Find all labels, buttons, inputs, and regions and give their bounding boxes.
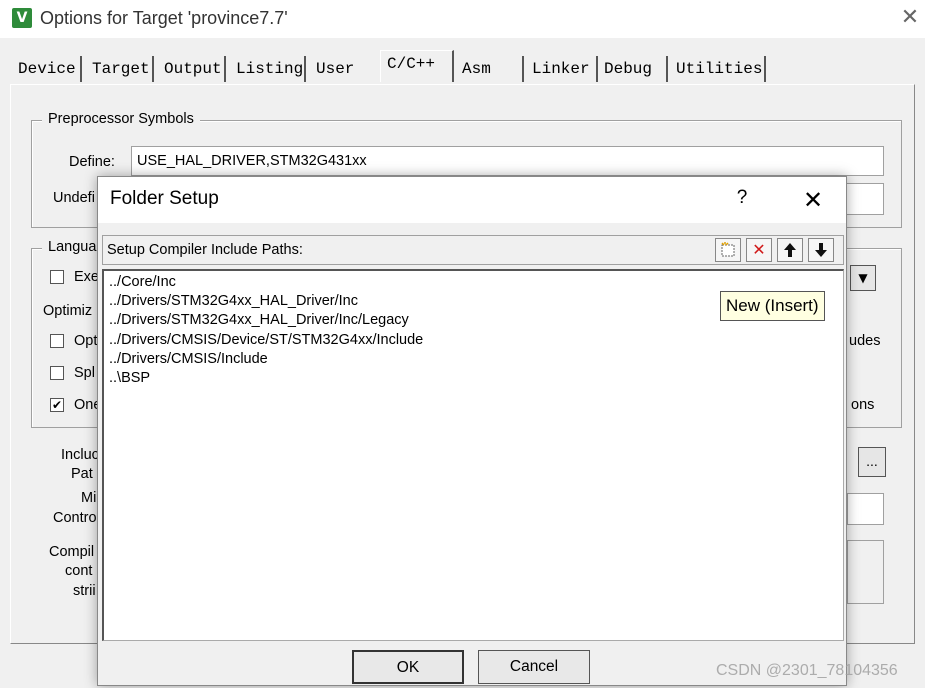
window-title-bar: V Options for Target 'province7.7' ✕ — [0, 0, 925, 38]
misc-controls-label-2: Contro — [53, 510, 97, 526]
define-field[interactable]: USE_HAL_DRIVER,STM32G431xx — [131, 146, 884, 176]
tab-target[interactable]: Target — [86, 56, 154, 82]
list-item[interactable]: ../Drivers/CMSIS/Device/ST/STM32G4xx/Inc… — [109, 331, 423, 350]
tab-strip: Device Target Output Listing User C/C++ … — [12, 50, 912, 84]
compiler-control-label-1: Compil — [49, 544, 95, 560]
include-paths-label-1: Incluc — [61, 447, 99, 463]
tab-cpp[interactable]: C/C++ — [380, 50, 454, 82]
new-folder-icon[interactable] — [715, 238, 741, 262]
execute-only-checkbox[interactable] — [50, 270, 64, 284]
list-item[interactable]: ../Drivers/STM32G4xx_HAL_Driver/Inc/Lega… — [109, 311, 409, 330]
define-label: Define: — [69, 154, 115, 170]
cancel-button[interactable]: Cancel — [478, 650, 590, 684]
dialog-close-icon[interactable]: ✕ — [798, 186, 828, 214]
tab-device[interactable]: Device — [12, 56, 82, 82]
list-item[interactable]: ..\BSP — [109, 369, 150, 388]
dialog-title: Folder Setup — [110, 188, 219, 209]
list-item[interactable]: ../Drivers/CMSIS/Include — [109, 350, 268, 369]
list-item[interactable]: ../Core/Inc — [109, 273, 176, 292]
compiler-control-string-field — [847, 540, 884, 604]
split-checkbox[interactable] — [50, 366, 64, 380]
window-title: Options for Target 'province7.7' — [40, 8, 288, 28]
combo-chevron-down-icon[interactable]: ▼ — [850, 265, 876, 291]
folder-setup-dialog: Folder Setup ? ✕ Setup Compiler Include … — [97, 176, 847, 686]
undefine-label: Undefi — [53, 190, 95, 206]
help-icon[interactable]: ? — [730, 187, 754, 211]
optimization-label: Optimiz — [43, 303, 93, 319]
include-paths-list[interactable]: ../Core/Inc ../Drivers/STM32G4xx_HAL_Dri… — [102, 269, 844, 641]
window-close-icon[interactable]: ✕ — [898, 6, 922, 30]
compiler-control-label-2: cont — [65, 563, 93, 579]
move-up-icon[interactable] — [777, 238, 803, 262]
tab-user[interactable]: User — [310, 56, 384, 82]
tab-listing[interactable]: Listing — [230, 56, 306, 82]
watermark: CSDN @2301_78104356 — [716, 662, 898, 679]
delete-icon[interactable]: ✕ — [746, 238, 772, 262]
tab-linker[interactable]: Linker — [526, 56, 598, 82]
options-label-fragment: ons — [851, 397, 875, 413]
includes-label-fragment: udes — [849, 333, 881, 349]
app-icon: V — [12, 8, 32, 28]
new-insert-tooltip: New (Insert) — [720, 291, 825, 321]
misc-controls-field[interactable] — [847, 493, 884, 525]
tab-asm[interactable]: Asm — [456, 56, 524, 82]
one-elf-checkbox[interactable]: ✔ — [50, 398, 64, 412]
tab-output[interactable]: Output — [158, 56, 226, 82]
misc-controls-label-1: Mi — [81, 490, 97, 506]
include-paths-header: Setup Compiler Include Paths: ✕ — [102, 235, 844, 265]
language-legend: Langua — [42, 239, 103, 255]
optimize-checkbox[interactable] — [50, 334, 64, 348]
include-paths-browse-button[interactable]: ... — [858, 447, 886, 477]
preprocessor-legend: Preprocessor Symbols — [42, 111, 200, 127]
tab-debug[interactable]: Debug — [598, 56, 668, 82]
list-item[interactable]: ../Drivers/STM32G4xx_HAL_Driver/Inc — [109, 292, 358, 311]
move-down-icon[interactable] — [808, 238, 834, 262]
tab-utilities[interactable]: Utilities — [670, 56, 766, 82]
ok-button[interactable]: OK — [352, 650, 464, 684]
include-paths-header-label: Setup Compiler Include Paths: — [107, 242, 303, 258]
split-label: Spl — [74, 365, 95, 381]
execute-only-label: Exe — [74, 269, 99, 285]
dialog-title-bar: Folder Setup ? ✕ — [98, 177, 846, 223]
compiler-control-label-3: strii — [73, 583, 96, 599]
include-paths-label-2: Pat — [71, 466, 93, 482]
